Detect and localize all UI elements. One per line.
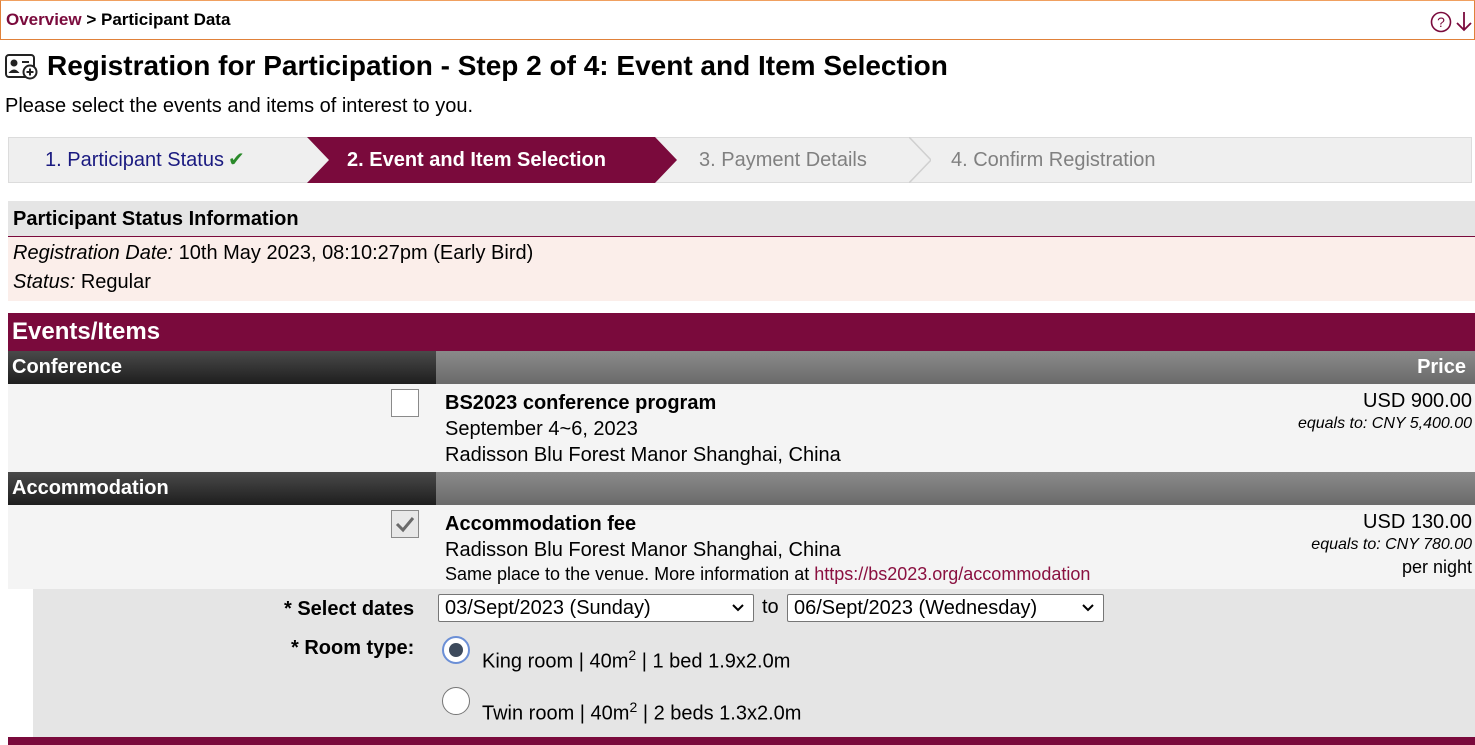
area-superscript: 2 bbox=[628, 647, 637, 663]
date-range-to: to bbox=[762, 596, 779, 618]
category-accommodation: Accommodation bbox=[8, 472, 436, 505]
date-to-select[interactable]: 06/Sept/2023 (Wednesday) bbox=[787, 594, 1104, 622]
checkmark-icon bbox=[395, 517, 415, 533]
registration-date-row: Registration Date: 10th May 2023, 08:10:… bbox=[13, 242, 533, 265]
select-dates-label: * Select dates bbox=[284, 598, 415, 620]
room-type-label: * Room type: bbox=[291, 637, 415, 659]
conference-venue: Radisson Blu Forest Manor Shanghai, Chin… bbox=[445, 444, 841, 466]
accommodation-price: USD 130.00 bbox=[1363, 511, 1472, 533]
breadcrumb-current: Participant Data bbox=[100, 10, 231, 29]
step-event-item-selection[interactable]: 2. Event and Item Selection bbox=[347, 138, 606, 182]
conference-checkbox[interactable] bbox=[391, 389, 419, 417]
category-conference: Conference bbox=[8, 351, 436, 384]
events-items-header: Events/Items bbox=[8, 313, 1475, 351]
accommodation-options-panel: * Select dates 03/Sept/2023 (Sunday) to … bbox=[33, 589, 1475, 737]
accommodation-info-link[interactable]: https://bs2023.org/accommodation bbox=[814, 564, 1090, 584]
room-twin-text: Twin room | 40m bbox=[482, 702, 630, 725]
accommodation-checkbox[interactable] bbox=[391, 510, 419, 538]
room-king-radio[interactable] bbox=[442, 636, 470, 664]
breadcrumb: Overview > Participant Data bbox=[6, 10, 230, 30]
breadcrumb-separator: > bbox=[81, 10, 101, 29]
help-icon[interactable]: ? bbox=[1430, 11, 1452, 33]
price-column-header: Price bbox=[436, 351, 1475, 384]
step-participant-status[interactable]: 1. Participant Status ✔ bbox=[45, 138, 245, 182]
step-payment-details: 3. Payment Details bbox=[699, 149, 867, 171]
registration-date-value: 10th May 2023, 08:10:27pm (Early Bird) bbox=[173, 242, 534, 264]
registration-date-label: Registration Date: bbox=[13, 242, 174, 264]
step-label: 1. Participant Status bbox=[45, 149, 224, 171]
page-title: Registration for Participation - Step 2 … bbox=[47, 50, 948, 81]
room-twin-radio[interactable] bbox=[442, 687, 470, 715]
status-value: Regular bbox=[75, 271, 151, 293]
checkmark-icon: ✔ bbox=[227, 149, 245, 171]
chevron-down-icon bbox=[1082, 604, 1094, 612]
category-label: Accommodation bbox=[12, 477, 169, 499]
accommodation-venue: Radisson Blu Forest Manor Shanghai, Chin… bbox=[445, 539, 841, 561]
date-from-value: 03/Sept/2023 (Sunday) bbox=[445, 597, 651, 619]
events-items-heading: Events/Items bbox=[12, 318, 161, 345]
status-row: Status: Regular bbox=[13, 271, 151, 294]
accommodation-price-unit: per night bbox=[1401, 557, 1472, 577]
top-bar: Overview > Participant Data ? bbox=[0, 0, 1475, 40]
breadcrumb-overview-link[interactable]: Overview bbox=[6, 10, 82, 29]
section-divider bbox=[8, 737, 1475, 745]
page-subtitle: Please select the events and items of in… bbox=[5, 95, 474, 117]
room-king-text: King room | 40m bbox=[482, 650, 629, 673]
accommodation-price-equivalent: equals to: CNY 780.00 bbox=[1311, 536, 1472, 553]
accommodation-title: Accommodation fee bbox=[445, 513, 637, 535]
participant-status-heading: Participant Status Information bbox=[13, 208, 299, 230]
room-twin-label[interactable]: Twin room | 40m2 | 2 beds 1.3x2.0m bbox=[482, 699, 801, 726]
category-accommodation-bar bbox=[436, 472, 1475, 505]
room-twin-beds: | 2 beds 1.3x2.0m bbox=[637, 702, 802, 725]
step-confirm-registration: 4. Confirm Registration bbox=[951, 149, 1156, 171]
arrow-down-icon[interactable] bbox=[1454, 10, 1474, 34]
step-separator-chevron bbox=[909, 137, 931, 183]
date-to-value: 06/Sept/2023 (Wednesday) bbox=[794, 597, 1038, 619]
room-king-label[interactable]: King room | 40m2 | 1 bed 1.9x2.0m bbox=[482, 647, 790, 674]
step-progress: 1. Participant Status ✔ 2. Event and Item… bbox=[8, 137, 1472, 183]
date-from-select[interactable]: 03/Sept/2023 (Sunday) bbox=[438, 594, 754, 622]
accommodation-item-row: Accommodation fee Radisson Blu Forest Ma… bbox=[8, 505, 1475, 589]
conference-dates: September 4~6, 2023 bbox=[445, 418, 638, 440]
accommodation-note: Same place to the venue. More informatio… bbox=[445, 564, 1090, 585]
conference-price: USD 900.00 bbox=[1363, 390, 1472, 412]
accommodation-note-text: Same place to the venue. More informatio… bbox=[445, 564, 815, 584]
conference-item-row: BS2023 conference program September 4~6,… bbox=[8, 384, 1475, 472]
svg-text:?: ? bbox=[1437, 14, 1445, 30]
conference-price-equivalent: equals to: CNY 5,400.00 bbox=[1297, 415, 1472, 432]
room-king-beds: | 1 bed 1.9x2.0m bbox=[636, 650, 791, 673]
category-label: Conference bbox=[12, 356, 123, 378]
participant-status-header: Participant Status Information bbox=[8, 201, 1475, 237]
conference-title: BS2023 conference program bbox=[445, 392, 717, 414]
chevron-down-icon bbox=[732, 604, 744, 612]
status-label: Status: bbox=[13, 271, 76, 293]
participant-status-body: Registration Date: 10th May 2023, 08:10:… bbox=[8, 237, 1475, 301]
price-header-label: Price bbox=[1417, 356, 1466, 378]
user-add-card-icon bbox=[5, 54, 38, 80]
